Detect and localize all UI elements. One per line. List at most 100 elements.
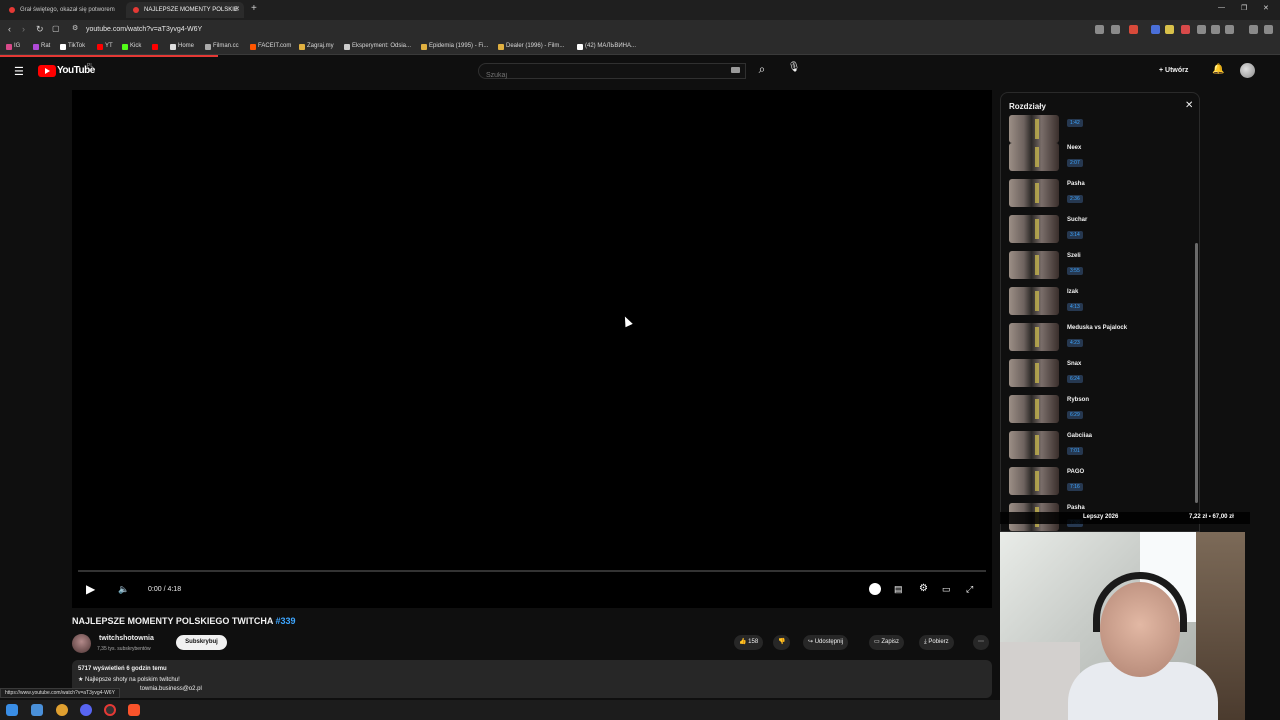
- settings-gear-icon[interactable]: ⚙: [919, 583, 928, 594]
- puzzle-icon[interactable]: [1197, 25, 1206, 34]
- autoplay-toggle-icon[interactable]: [869, 583, 881, 595]
- chapter-item[interactable]: Gabciiaa 7:01: [1009, 431, 1189, 461]
- youtube-logo-icon[interactable]: [38, 65, 56, 77]
- minimize-icon[interactable]: —: [1218, 4, 1225, 11]
- address-bar[interactable]: youtube.com/watch?v=aT3yvg4-W6Y: [86, 26, 202, 33]
- chapter-timestamp: 7:01: [1067, 447, 1083, 455]
- extension-icon[interactable]: [1095, 25, 1104, 34]
- extension-icon[interactable]: [1151, 25, 1160, 34]
- dislike-button[interactable]: 👎: [773, 635, 791, 650]
- browser-tab-strip: Grał świętego, okazał się potworem NAJLE…: [0, 0, 1280, 20]
- new-tab-icon[interactable]: +: [251, 3, 257, 14]
- browser-tab[interactable]: Grał świętego, okazał się potworem: [2, 2, 122, 18]
- description-box[interactable]: 5717 wyświetleń 6 godzin temu ★ Najlepsz…: [72, 660, 992, 698]
- stream-overlay-bar: Lepszy 2026 7,22 zł ▪ 67,00 zł: [1000, 512, 1250, 524]
- chapter-item[interactable]: Rybson 6:29: [1009, 395, 1189, 425]
- subscribe-button[interactable]: Subskrybuj: [176, 635, 227, 650]
- menu-icon[interactable]: [1264, 25, 1273, 34]
- keyboard-icon[interactable]: [731, 67, 740, 73]
- video-player[interactable]: ▶ 🔈 0:00 / 4:18 ▤ ⚙ ▭ ⤢: [72, 90, 992, 608]
- chapters-scrollbar[interactable]: [1195, 243, 1198, 503]
- like-button[interactable]: 👍 158: [734, 635, 764, 650]
- chapter-item[interactable]: Neex 2:07: [1009, 143, 1189, 173]
- bookmark-item[interactable]: Zagraj.my: [299, 43, 334, 50]
- channel-avatar[interactable]: [72, 634, 91, 653]
- reload-icon[interactable]: ↻: [36, 24, 44, 35]
- chrome-icon[interactable]: [56, 704, 68, 716]
- chapter-thumbnail: [1009, 215, 1059, 243]
- bookmark-item[interactable]: (42) МАЛЬВИНА...: [577, 43, 636, 50]
- chapter-item[interactable]: Snax 6:24: [1009, 359, 1189, 389]
- back-icon[interactable]: ‹: [8, 24, 11, 34]
- video-title: NAJLEPSZE MOMENTY POLSKIEGO TWITCHA #339: [72, 616, 296, 626]
- share-icon[interactable]: [1111, 25, 1120, 34]
- channel-name[interactable]: twitchshotownia: [99, 635, 154, 642]
- play-icon[interactable]: ▶: [86, 582, 95, 596]
- chapter-thumbnail: [1009, 359, 1059, 387]
- search-icon[interactable]: ⌕: [751, 62, 773, 80]
- notifications-bell-icon[interactable]: 🔔: [1212, 64, 1224, 75]
- bookmark-item[interactable]: Home: [170, 43, 194, 50]
- save-label: Zapisz: [881, 639, 900, 645]
- bookmark-item[interactable]: FACEIT.com: [250, 43, 292, 50]
- bookmark-item[interactable]: Filman.cc: [205, 43, 239, 50]
- share-button[interactable]: ↪ Udostępnij: [803, 635, 849, 650]
- bookmark-icon[interactable]: ▢: [52, 24, 60, 33]
- bookmark-item[interactable]: Rat: [33, 43, 50, 50]
- restore-icon[interactable]: ❐: [1241, 4, 1247, 12]
- chapter-item[interactable]: Szeli 3:55: [1009, 251, 1189, 281]
- bookmark-item[interactable]: YT: [97, 43, 113, 50]
- chapter-item[interactable]: PAGO 7:16: [1009, 467, 1189, 497]
- bookmark-label: FACEIT.com: [258, 43, 292, 49]
- bookmark-item[interactable]: Eksperyment: Odsia...: [344, 43, 411, 50]
- subtitles-icon[interactable]: ▤: [894, 584, 903, 595]
- bookmark-item[interactable]: TikTok: [60, 43, 86, 50]
- extension-icon[interactable]: [1181, 25, 1190, 34]
- volume-icon[interactable]: 🔈: [118, 584, 129, 595]
- create-button[interactable]: + Utwórz: [1155, 63, 1192, 79]
- fullscreen-icon[interactable]: ⤢: [966, 584, 973, 595]
- chapter-item[interactable]: 1:42: [1009, 115, 1189, 145]
- close-tab-icon[interactable]: ✕: [234, 2, 240, 18]
- chapter-item[interactable]: Izak 4:13: [1009, 287, 1189, 317]
- brave-shield-icon[interactable]: [1129, 25, 1138, 34]
- chapter-thumbnail: [1009, 179, 1059, 207]
- search-input[interactable]: [479, 68, 745, 83]
- download-icon[interactable]: [1211, 25, 1220, 34]
- windows-start-icon[interactable]: [6, 704, 18, 716]
- explorer-icon[interactable]: [31, 704, 43, 716]
- link-icon[interactable]: [1225, 25, 1234, 34]
- bookmark-item[interactable]: Kick: [122, 43, 141, 50]
- bookmark-label: IG: [14, 43, 21, 49]
- save-button[interactable]: ▭ Zapisz: [869, 635, 905, 650]
- obs-icon[interactable]: [104, 704, 116, 716]
- download-button[interactable]: ⤓ Pobierz: [919, 635, 954, 650]
- sidebar-icon[interactable]: [1249, 25, 1258, 34]
- close-window-icon[interactable]: ✕: [1263, 4, 1269, 12]
- more-actions-icon[interactable]: ⋯: [973, 635, 989, 650]
- close-icon[interactable]: ✕: [1185, 100, 1193, 111]
- chapter-item[interactable]: Pasha 2:36: [1009, 179, 1189, 209]
- browser-tab-active[interactable]: NAJLEPSZE MOMENTY POLSKIE ✕: [126, 2, 244, 18]
- site-info-icon[interactable]: ⚙: [72, 24, 78, 32]
- hamburger-menu-icon[interactable]: ☰: [14, 65, 24, 78]
- bookmark-item[interactable]: Epidemia (1995) - Fi...: [421, 43, 488, 50]
- bookmark-item[interactable]: IG: [6, 43, 21, 50]
- microphone-icon[interactable]: 🎙: [785, 62, 803, 80]
- bookmark-label: TikTok: [68, 43, 86, 49]
- forward-icon[interactable]: ›: [22, 24, 25, 34]
- brave-icon[interactable]: [128, 704, 140, 716]
- like-count: 158: [748, 639, 759, 645]
- extension-icon[interactable]: [1165, 25, 1174, 34]
- video-hashtag[interactable]: #339: [276, 616, 296, 626]
- description-line: townia.business@o2.pl: [140, 686, 202, 692]
- bookmark-label: Dealer (1996) - Film...: [506, 43, 565, 49]
- bookmark-item[interactable]: Dealer (1996) - Film...: [498, 43, 565, 50]
- chapter-item[interactable]: Meduska vs Pajalock 4:23: [1009, 323, 1189, 353]
- chapter-item[interactable]: Suchar 3:14: [1009, 215, 1189, 245]
- theater-mode-icon[interactable]: ▭: [942, 584, 951, 595]
- description-line: ★ Najlepsze shoty na polskim twitchu!: [78, 677, 180, 683]
- account-avatar[interactable]: [1240, 63, 1255, 78]
- discord-icon[interactable]: [80, 704, 92, 716]
- progress-bar[interactable]: [78, 570, 986, 572]
